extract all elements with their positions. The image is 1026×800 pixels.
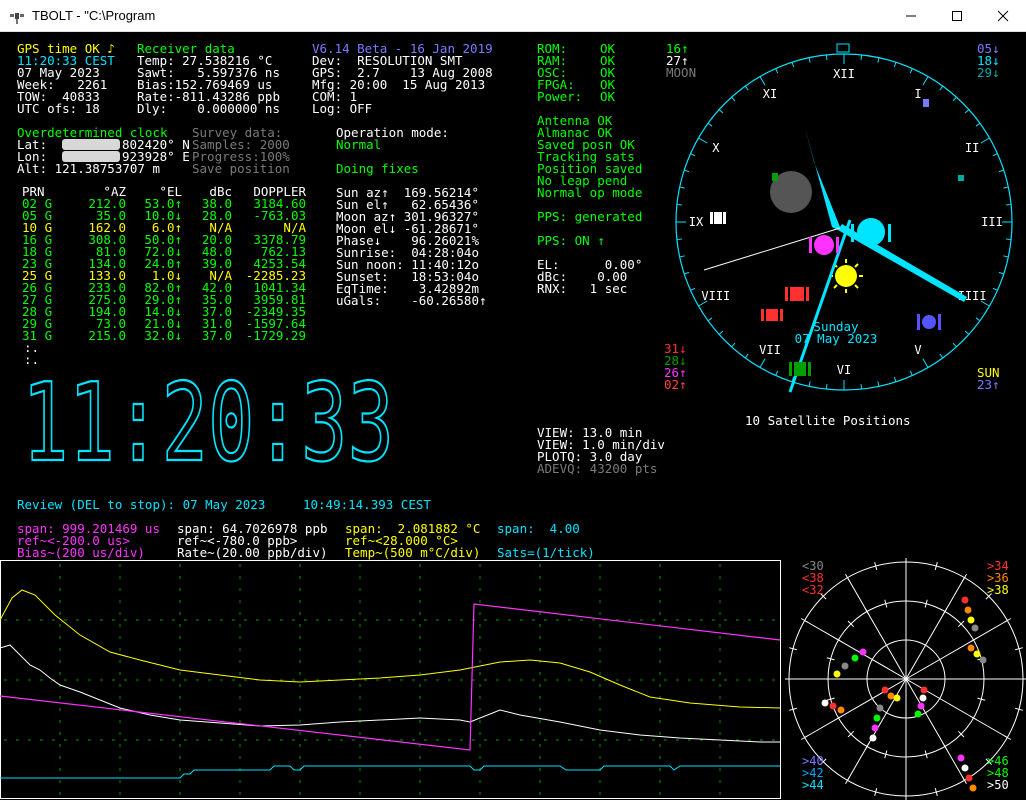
satellite-05-icon [923, 99, 929, 107]
bias-scale: Bias~(200 us/div) [17, 545, 145, 560]
satellite-26-icon [809, 235, 839, 255]
mini-label: >44 [802, 778, 824, 792]
tbolt-screen: GPS time OK ♪ 11:20:33 CEST 07 May 2023 … [0, 33, 1026, 800]
satellite-29-icon [772, 173, 778, 181]
big-clock-text: 11:20:33 [22, 368, 394, 468]
rate-scale: Rate~(20.00 ppb/div) [177, 545, 328, 560]
hour-label: IX [689, 215, 704, 229]
satellite-31-icon [785, 287, 809, 301]
mini-label: >38 [987, 583, 1009, 597]
status-message: Normal op mode [537, 185, 643, 200]
maximize-button[interactable] [934, 0, 980, 32]
sky-caption: 10 Satellite Positions [745, 413, 911, 428]
window-title: TBOLT - "C:\Program [32, 8, 156, 23]
altitude: Alt: 121.38753707 m [17, 161, 160, 176]
temp-scale: Temp~(500 m°C/div) [345, 545, 481, 560]
cell-dbc: 37.0 [201, 328, 232, 343]
cell-el: 32.0↓ [144, 328, 182, 343]
sats-scale: Sats=(1/tick) [497, 545, 595, 560]
sun-moon-line: uGals: -60.26580↑ [336, 293, 487, 308]
operation-mode: Normal [336, 137, 382, 152]
hour-label: X [712, 141, 720, 155]
hour-label: VII [759, 343, 781, 357]
hour-label: V [914, 343, 921, 357]
table-row: 31 G 215.0 32.0↓ 37.0 -1729.29 [22, 328, 306, 343]
minimize-button[interactable] [888, 0, 934, 32]
doing-fixes: Doing fixes [336, 161, 419, 176]
close-icon [997, 10, 1009, 22]
health-label: Power: [537, 89, 583, 104]
hour-label: I [914, 87, 921, 101]
mini-label: <32 [802, 583, 824, 597]
hour-label: XI [763, 87, 777, 101]
receiver-delay: Dly: 0.000000 ns [137, 101, 280, 116]
big-clock: 11:20:33 [22, 368, 395, 468]
minimize-icon [906, 15, 916, 17]
maximize-icon [952, 11, 962, 21]
satellite-28-icon [789, 362, 811, 376]
close-button[interactable] [980, 0, 1026, 32]
hour-label: III [981, 215, 1003, 229]
signal-strength-map[interactable]: <30 <38 <32 >34 >36 >38 >40 >42 >44 >46 … [785, 558, 1026, 800]
satellite-app-icon [10, 13, 24, 24]
satellite-27-icon [710, 212, 726, 224]
redacted-latitude [62, 139, 120, 150]
minute-hand [838, 224, 967, 302]
satellite-table: PRN °AZ °EL dBc DOPPLER 02 G 212.0 53.0↑ 38… [22, 185, 306, 343]
pps-on: PPS: ON ↑ [537, 233, 605, 248]
satellite-16-icon [851, 218, 891, 246]
sky-map: XIIIIIIIIIIIIVVIVIIVIIIIXXXI Sunday 07 M… [675, 43, 1013, 393]
rinex-interval: RNX: 1 sec [537, 281, 628, 296]
mini-label: >50 [987, 778, 1009, 792]
pps-generated: PPS: generated [537, 209, 643, 224]
sky-date: 07 May 2023 [795, 331, 878, 346]
hour-label: VI [837, 363, 851, 377]
cell-dop: -1729.29 [245, 328, 306, 343]
hour-label: II [965, 141, 979, 155]
save-position: Save position [192, 161, 290, 176]
satellite-18-icon [958, 175, 964, 181]
hour-label: VIII [701, 289, 730, 303]
data-plot[interactable] [0, 560, 782, 800]
sats-span: span: 4.00 [497, 521, 580, 536]
health-value: OK [600, 89, 616, 104]
log-status: Log: OFF [312, 101, 373, 116]
review-status[interactable]: Review (DEL to stop): 07 May 2023 10:49:… [17, 498, 431, 511]
satellite-23-icon [917, 314, 941, 330]
more-satellites: :. [24, 352, 40, 367]
title-bar: TBOLT - "C:\Program [0, 0, 1026, 32]
utc-offset: UTC ofs: 18 [17, 101, 100, 116]
cell-az: 215.0 [88, 328, 126, 343]
hour-label: XII [833, 67, 855, 81]
hour-hand [804, 124, 842, 232]
satellite-02-icon [761, 309, 783, 321]
adev-queue: ADEVQ: 43200 pts [537, 461, 658, 476]
